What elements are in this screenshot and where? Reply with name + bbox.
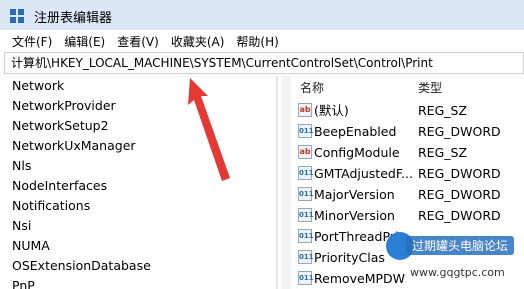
value-row[interactable]: 011 MajorVersion REG_DWORD bbox=[292, 184, 524, 205]
value-name: MajorVersion bbox=[314, 187, 395, 202]
value-name: (默认) bbox=[314, 103, 349, 118]
value-row[interactable]: 011 MinorVersion REG_DWORD bbox=[292, 205, 524, 226]
value-name: MinorVersion bbox=[314, 208, 395, 223]
value-row[interactable]: ab ConfigModule REG_SZ bbox=[292, 142, 524, 163]
watermark-url: www.gqgtpc.com bbox=[410, 266, 505, 279]
value-name: ConfigModule bbox=[314, 145, 400, 160]
value-type: REG_DWORD bbox=[418, 124, 501, 139]
value-type: REG_DWORD bbox=[418, 166, 501, 181]
tree-item[interactable]: OSExtensionDatabase bbox=[0, 256, 276, 276]
value-name: GMTAdjustedF... bbox=[314, 166, 413, 181]
menu-file[interactable]: 文件(F) bbox=[12, 33, 52, 50]
value-row[interactable]: ab (默认) REG_SZ bbox=[292, 100, 524, 121]
binary-value-icon: 011 bbox=[298, 250, 314, 264]
menu-help[interactable]: 帮助(H) bbox=[236, 33, 278, 50]
value-name: BeepEnabled bbox=[314, 124, 397, 139]
menu-favorites[interactable]: 收藏夹(A) bbox=[171, 33, 225, 50]
value-row[interactable]: 011 BeepEnabled REG_DWORD bbox=[292, 121, 524, 142]
binary-value-icon: 011 bbox=[298, 229, 314, 243]
column-header-type[interactable]: 类型 bbox=[418, 78, 442, 98]
tree-scrollbar[interactable] bbox=[281, 76, 291, 289]
column-header-name[interactable]: 名称 bbox=[300, 78, 324, 98]
binary-value-icon: 011 bbox=[298, 124, 314, 138]
value-type: REG_SZ bbox=[418, 145, 468, 160]
tree-item[interactable]: NUMA bbox=[0, 236, 276, 256]
binary-value-icon: 011 bbox=[298, 271, 314, 285]
value-type: REG_DWORD bbox=[418, 187, 501, 202]
pane-splitter[interactable] bbox=[276, 76, 278, 289]
window-title: 注册表编辑器 bbox=[34, 11, 113, 26]
watermark: 过期罐头电脑论坛 www.gqgtpc.com bbox=[386, 232, 524, 289]
value-type: REG_SZ bbox=[418, 103, 468, 118]
tree-item[interactable]: PnP bbox=[0, 276, 276, 289]
value-type: REG_DWORD bbox=[418, 208, 501, 223]
watermark-text: 过期罐头电脑论坛 bbox=[406, 236, 515, 255]
menu-edit[interactable]: 编辑(E) bbox=[64, 33, 105, 50]
address-bar[interactable]: 计算机\HKEY_LOCAL_MACHINE\SYSTEM\CurrentCon… bbox=[4, 52, 524, 74]
tree-item[interactable]: Nsi bbox=[0, 216, 276, 236]
annotation-arrow-icon bbox=[188, 78, 230, 181]
menu-bar: 文件(F) 编辑(E) 查看(V) 收藏夹(A) 帮助(H) bbox=[0, 30, 524, 52]
regedit-icon bbox=[10, 9, 24, 23]
menu-view[interactable]: 查看(V) bbox=[117, 33, 159, 50]
title-bar: 注册表编辑器 bbox=[0, 0, 524, 30]
string-value-icon: ab bbox=[298, 103, 312, 117]
binary-value-icon: 011 bbox=[298, 208, 314, 222]
tree-item[interactable]: Notifications bbox=[0, 196, 276, 216]
binary-value-icon: 011 bbox=[298, 166, 314, 180]
binary-value-icon: 011 bbox=[298, 187, 314, 201]
value-row[interactable]: 011 GMTAdjustedF... REG_DWORD bbox=[292, 163, 524, 184]
string-value-icon: ab bbox=[298, 145, 312, 159]
